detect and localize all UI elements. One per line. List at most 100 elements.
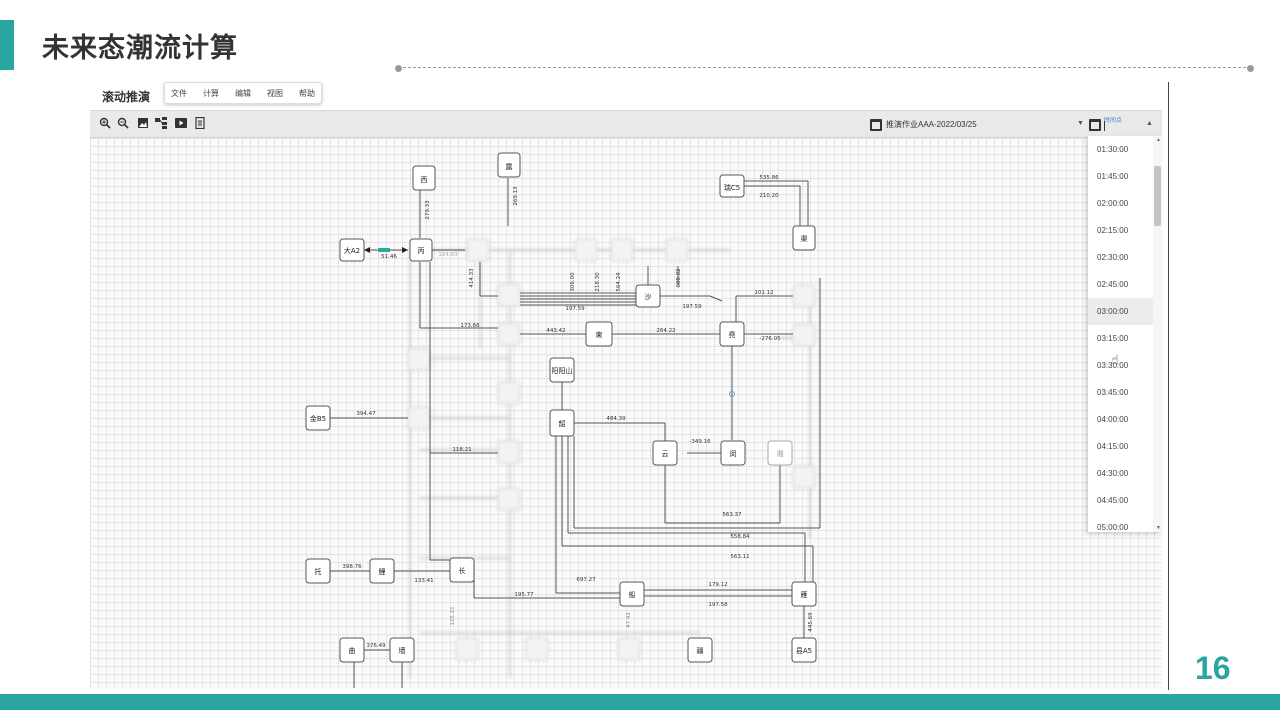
flow-label: 563.37 [722, 512, 742, 518]
time-dropdown-list[interactable]: 01:30:00 01:45:00 02:00:00 02:15:00 02:3… [1088, 136, 1162, 532]
flow-label: 197.59 [682, 304, 702, 310]
vertical-divider [1168, 82, 1169, 690]
time-option[interactable]: 03:30:00 [1088, 352, 1162, 379]
time-option-highlighted[interactable]: 03:00:00 [1088, 298, 1162, 325]
flow-label: 118.21 [452, 447, 471, 453]
time-option[interactable]: 01:45:00 [1088, 163, 1162, 190]
node-label: 雁 [801, 591, 808, 599]
node-label: 墙 [399, 646, 406, 655]
time-option[interactable]: 02:00:00 [1088, 190, 1162, 217]
tree-icon[interactable] [154, 117, 168, 131]
time-option[interactable]: 01:30:00 [1088, 136, 1162, 163]
flow-label: 218.30 [595, 272, 601, 292]
node-label: 堯 [729, 330, 736, 339]
flow-label: 445.69 [808, 612, 814, 632]
flow-label: 558.84 [730, 534, 750, 540]
time-option[interactable]: 05:00:00 [1088, 514, 1162, 532]
visible-nodes [305, 152, 817, 663]
flow-label: -276.05 [759, 336, 781, 342]
hand-cursor-icon: ☝ [1111, 352, 1119, 367]
scroll-thumb[interactable] [1154, 166, 1161, 226]
zoom-in-icon[interactable] [98, 117, 112, 131]
time-option[interactable]: 03:45:00 [1088, 379, 1162, 406]
node-label: 县A5 [796, 647, 812, 655]
node-label: 湘 [777, 449, 784, 458]
diagram-canvas[interactable]: 西 露 大A2 丙 沙 渠 東 堯 阳阳山 韶 云 闵 金B5 托 鲤 长 船 [90, 138, 1162, 688]
arrow-icon [364, 247, 370, 253]
line-end-dot [1247, 65, 1254, 72]
document-icon[interactable] [193, 116, 207, 131]
flow-label: 414.33 [469, 268, 475, 288]
time-option[interactable]: 04:00:00 [1088, 406, 1162, 433]
slide-title: 未来态潮流计算 [42, 33, 238, 63]
flow-label: 173.66 [460, 323, 480, 329]
flow-label: 600.02 [676, 268, 682, 287]
time-picker-label[interactable]: 时间点 [1104, 115, 1122, 124]
node-label: 船 [629, 590, 636, 599]
node-label: 東 [596, 330, 603, 339]
menu-compute[interactable]: 计算 [203, 88, 219, 99]
time-option[interactable]: 02:15:00 [1088, 217, 1162, 244]
job-dropdown-caret-icon[interactable]: ▼ [1077, 120, 1084, 127]
accent-bar [0, 20, 14, 70]
node-label: 曲 [349, 646, 356, 655]
scroll-down-icon[interactable]: ▼ [1156, 525, 1161, 531]
flow-label: 394.47 [356, 411, 376, 417]
flow-label: -349.16 [689, 439, 711, 445]
bottom-bar [0, 694, 1280, 710]
flow-label: 210.20 [759, 193, 779, 199]
time-option[interactable]: 04:45:00 [1088, 487, 1162, 514]
node-label: 托 [315, 567, 322, 576]
node-label: 露 [506, 163, 513, 171]
flow-label: 398.76 [342, 564, 362, 570]
node-label: 瑞C5 [724, 183, 740, 192]
node-label: 金B5 [310, 414, 326, 423]
menu-help[interactable]: 帮助 [299, 88, 315, 99]
time-option[interactable]: 04:15:00 [1088, 433, 1162, 460]
flow-label: 124.93 [438, 252, 458, 258]
menu-edit[interactable]: 编辑 [235, 88, 251, 99]
time-option[interactable]: 03:15:00 [1088, 325, 1162, 352]
time-picker-cursor [1104, 121, 1105, 131]
node-label: 疆 [697, 647, 704, 655]
flow-label: 264.22 [656, 328, 675, 334]
flow-label: 563.11 [730, 554, 749, 560]
node-label: 长 [459, 566, 466, 575]
time-option[interactable]: 02:30:00 [1088, 244, 1162, 271]
flow-label: 51.46 [381, 254, 397, 260]
time-calendar-icon[interactable] [1089, 119, 1101, 131]
power-flow-diagram: 西 露 大A2 丙 沙 渠 東 堯 阳阳山 韶 云 闵 金B5 托 鲤 长 船 [305, 152, 821, 688]
menu-view[interactable]: 视图 [267, 88, 283, 99]
node-label: 渠 [801, 234, 808, 243]
image-icon[interactable] [136, 117, 150, 131]
job-selector[interactable]: 推演作业AAA-2022/03/25 [886, 119, 977, 130]
flow-label: 535.86 [759, 175, 779, 181]
flow-label: 195.77 [514, 592, 534, 598]
flow-label: 101.12 [754, 290, 773, 296]
scrollbar[interactable]: ▲ ▼ [1153, 136, 1162, 532]
time-option[interactable]: 02:45:00 [1088, 271, 1162, 298]
node-label: 沙 [645, 293, 652, 301]
node-label: 云 [662, 450, 669, 458]
toolbar: 推演作业AAA-2022/03/25 ▼ 时间点 ▲ [90, 110, 1162, 138]
calendar-icon[interactable] [870, 119, 882, 131]
time-option[interactable]: 04:30:00 [1088, 460, 1162, 487]
flow-label: 179.12 [708, 582, 727, 588]
flow-label: 376.49 [366, 643, 386, 649]
flow-label: 197.59 [565, 306, 585, 312]
flow-label: 484.39 [606, 416, 626, 422]
menu-file[interactable]: 文件 [171, 88, 187, 99]
title-divider [398, 67, 1251, 68]
flow-label: 197.58 [708, 602, 728, 608]
time-dropdown-caret-icon[interactable]: ▲ [1146, 120, 1153, 127]
play-icon[interactable] [174, 117, 188, 131]
flow-label: 564.24 [616, 272, 622, 292]
zoom-out-icon[interactable] [116, 117, 130, 131]
node-label: 韶 [559, 419, 566, 428]
node-label: 大A2 [344, 246, 360, 255]
node-label: 阳阳山 [552, 366, 573, 375]
flow-label: 133.41 [414, 578, 433, 584]
app-name: 滚动推演 [102, 90, 151, 104]
faint-lines [409, 249, 811, 678]
scroll-up-icon[interactable]: ▲ [1156, 137, 1161, 143]
